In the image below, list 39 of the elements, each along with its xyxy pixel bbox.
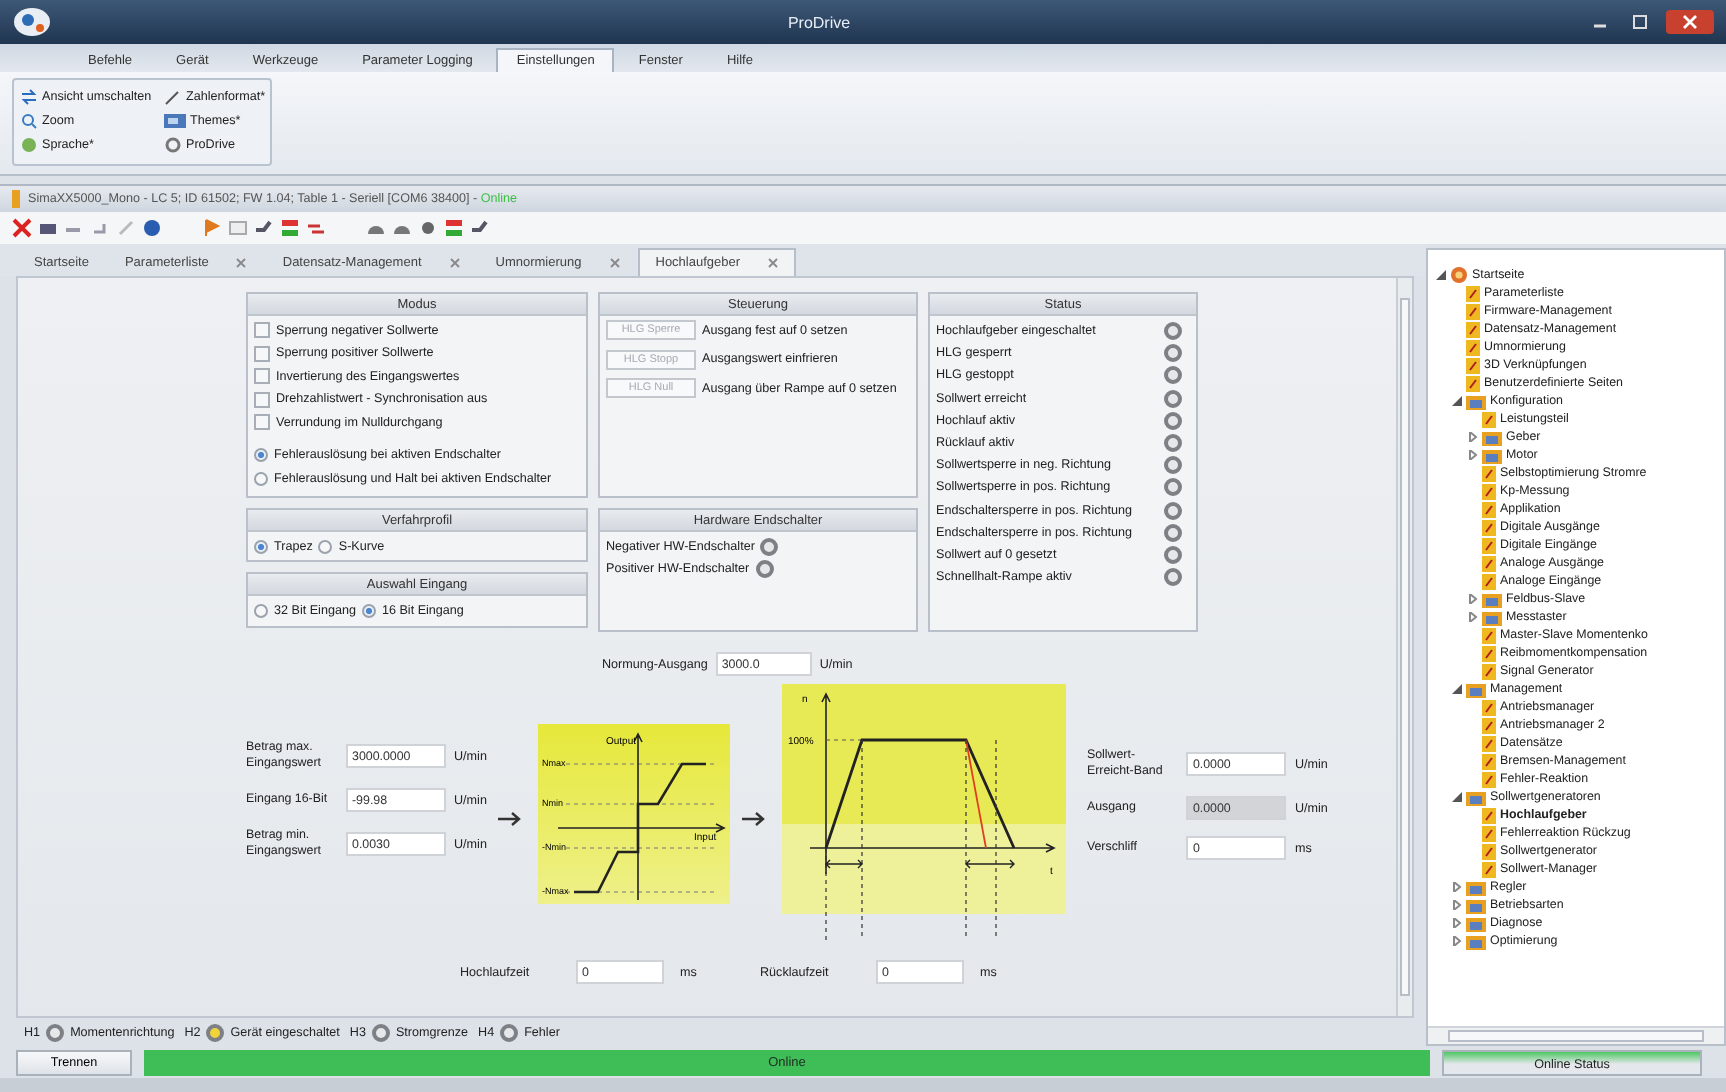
pen-icon (164, 87, 182, 105)
flag-icon[interactable] (202, 218, 222, 238)
checkbox[interactable] (254, 414, 270, 431)
close-icon[interactable] (1666, 10, 1714, 34)
home-icon (1450, 266, 1468, 284)
radio-button[interactable] (318, 539, 333, 554)
expanded-icon (1436, 270, 1446, 280)
page-icon (1482, 411, 1496, 427)
document-icon (12, 190, 20, 208)
palette-icon (164, 111, 186, 129)
close-icon[interactable] (236, 258, 247, 268)
checkbox[interactable] (254, 345, 270, 362)
bars-icon[interactable] (444, 218, 464, 238)
checkbox[interactable] (254, 368, 270, 385)
expanded-icon (1452, 684, 1462, 694)
bars-icon[interactable] (280, 218, 300, 238)
radio-button[interactable] (254, 471, 268, 486)
scrollbar[interactable] (1396, 278, 1412, 1016)
folder-icon (1466, 681, 1486, 697)
scrollbar[interactable] (1428, 1026, 1724, 1044)
expanded-icon (1452, 396, 1462, 406)
folder-icon (1466, 789, 1486, 805)
magnifier-icon (20, 111, 38, 129)
arrow-icon (742, 812, 767, 826)
arrow-icon (498, 812, 523, 826)
close-icon[interactable] (768, 258, 779, 268)
checkbox[interactable] (254, 391, 270, 408)
app-logo-icon (12, 6, 52, 38)
window-title: ProDrive (785, 13, 853, 31)
radio-button[interactable] (254, 539, 268, 554)
close-icon[interactable] (449, 258, 460, 268)
radio-button[interactable] (254, 603, 268, 618)
expanded-icon (1452, 792, 1462, 802)
swap-icon (20, 87, 38, 105)
checkbox[interactable] (254, 322, 270, 339)
delete-icon[interactable] (12, 218, 32, 238)
close-icon[interactable] (609, 258, 620, 268)
radio-button[interactable] (361, 603, 376, 618)
radio-button[interactable] (254, 448, 268, 463)
